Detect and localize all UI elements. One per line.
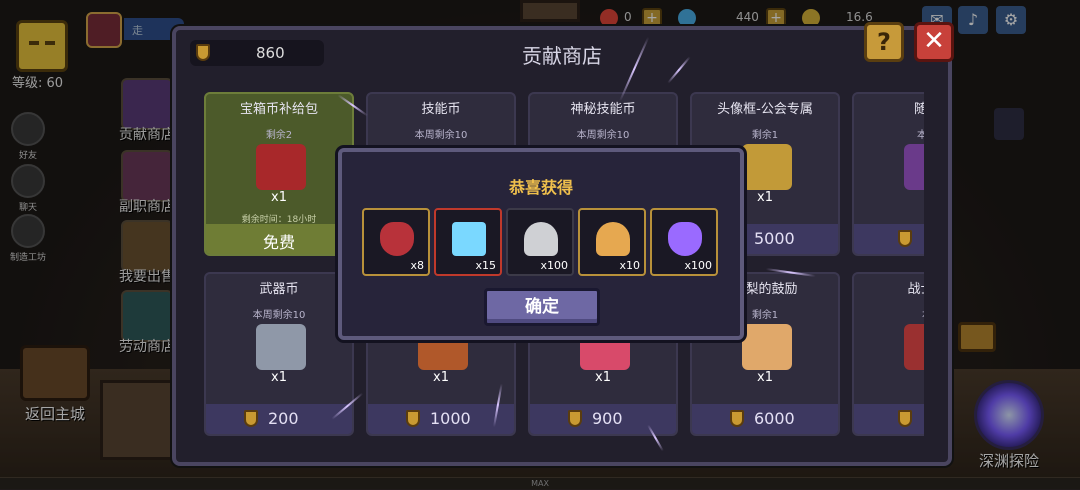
shop-item-card[interactable]: 战士天 本 [852, 272, 924, 436]
warrior-item-icon [904, 324, 924, 370]
random-item-icon [904, 144, 924, 190]
purple-flame-icon [668, 222, 702, 256]
item-quantity: x1 [595, 370, 611, 385]
reward-popup: 恭喜获得 x8 x15 x100 x10 x100 确定 [338, 148, 744, 340]
item-stock: 剩余2 [265, 130, 293, 141]
contribution-coin-icon [898, 230, 912, 247]
item-name: 头像框-公会专属 [717, 102, 813, 117]
item-quantity: x1 [271, 370, 287, 385]
item-stock: 本周剩余10 [414, 130, 468, 141]
buy-button[interactable]: 6000 [692, 404, 838, 434]
price-label: 900 [592, 409, 623, 428]
price-label: 6000 [754, 409, 795, 428]
weapon-coin-icon [256, 324, 306, 370]
item-name: 武器币 [259, 282, 299, 297]
reward-slot[interactable]: x100 [650, 208, 718, 276]
price-label: 5000 [754, 229, 795, 248]
shop-item-card[interactable]: 随机 本周 [852, 92, 924, 256]
item-name: 战士天 [907, 282, 924, 297]
reward-count: x8 [410, 259, 424, 272]
price-label: 1000 [430, 409, 471, 428]
buy-button[interactable]: 1000 [368, 404, 514, 434]
contribution-coin-icon [244, 410, 258, 427]
item-quantity: x1 [271, 190, 287, 205]
item-stock: 剩余1 [751, 130, 779, 141]
buy-button[interactable] [854, 224, 924, 254]
avatar-frame-icon [742, 144, 792, 190]
help-button[interactable]: ? [864, 22, 904, 62]
price-label: 200 [268, 409, 299, 428]
reward-count: x100 [684, 259, 712, 272]
reward-count: x15 [475, 259, 496, 272]
contribution-coin-icon [568, 410, 582, 427]
item-quantity: x1 [757, 370, 773, 385]
buy-button[interactable]: 200 [206, 404, 352, 434]
item-stock: 本周剩余10 [252, 310, 306, 321]
reward-slot[interactable]: x100 [506, 208, 574, 276]
silver-powder-icon [524, 222, 558, 256]
gold-powder-icon [596, 222, 630, 256]
confirm-button[interactable]: 确定 [484, 288, 600, 326]
shop-item-card[interactable]: 武器币 本周剩余10 x1 200 [204, 272, 354, 436]
reward-count: x100 [540, 259, 568, 272]
close-button[interactable]: ✕ [914, 22, 954, 62]
reward-slot[interactable]: x15 [434, 208, 502, 276]
item-stock: 本 [854, 306, 924, 321]
shop-item-card[interactable]: 宝箱币补给包 剩余2 x1 剩余时间：18小时 免费 [204, 92, 354, 256]
buy-button[interactable]: 900 [530, 404, 676, 434]
red-crystal-icon [380, 222, 414, 256]
shop-title: 贡献商店 [522, 44, 602, 68]
blue-diamond-icon [452, 222, 486, 256]
popup-title: 恭喜获得 [508, 178, 573, 197]
price-label: 免费 [262, 233, 295, 252]
item-name: 技能币 [421, 102, 461, 117]
character-portrait-icon [742, 324, 792, 370]
item-name: 宝箱币补给包 [239, 102, 318, 117]
contribution-coin-icon [406, 410, 420, 427]
item-name: 随机 [854, 98, 924, 117]
item-stock: 本周 [854, 126, 924, 141]
contribution-coin-icon [898, 410, 912, 427]
reward-slot[interactable]: x8 [362, 208, 430, 276]
item-name: 神秘技能币 [570, 102, 636, 117]
gift-box-icon [256, 144, 306, 190]
buy-button[interactable] [854, 404, 924, 434]
buy-button[interactable]: 免费 [206, 224, 352, 254]
contribution-coin-icon [730, 410, 744, 427]
reward-count: x10 [619, 259, 640, 272]
reward-slot[interactable]: x10 [578, 208, 646, 276]
item-quantity: x1 [433, 370, 449, 385]
item-stock: 本周剩余10 [576, 130, 630, 141]
